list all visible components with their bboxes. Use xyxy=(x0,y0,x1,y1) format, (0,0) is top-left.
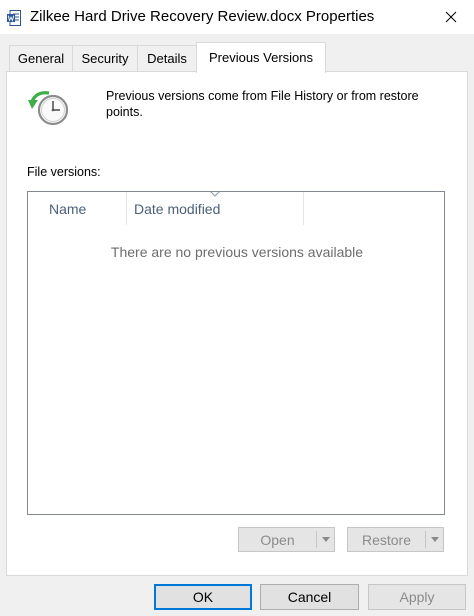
tab-strip: General Security Details Previous Versio… xyxy=(0,34,474,73)
ok-button[interactable]: OK xyxy=(154,584,252,610)
chevron-down-icon[interactable] xyxy=(430,536,440,544)
open-button-label: Open xyxy=(260,531,295,548)
window-title: Zilkee Hard Drive Recovery Review.docx P… xyxy=(30,8,375,25)
cancel-button[interactable]: Cancel xyxy=(260,584,359,610)
restore-button-label: Restore xyxy=(361,531,412,548)
tab-security[interactable]: Security xyxy=(72,45,138,71)
word-document-icon xyxy=(7,10,21,26)
intro-text: Previous versions come from File History… xyxy=(106,89,419,119)
file-versions-list[interactable]: Name Date modified There are no previous… xyxy=(27,190,445,515)
chevron-down-icon[interactable] xyxy=(321,536,331,544)
apply-button[interactable]: Apply xyxy=(368,584,466,610)
close-icon xyxy=(445,11,457,23)
restore-button-divider xyxy=(425,531,426,548)
restore-button[interactable]: Restore xyxy=(347,527,444,552)
tab-previous-versions[interactable]: Previous Versions xyxy=(196,42,326,73)
tab-details[interactable]: Details xyxy=(137,45,197,71)
previous-versions-panel: Previous versions come from File History… xyxy=(6,71,468,576)
column-header-name[interactable]: Name xyxy=(28,192,127,225)
open-button-divider xyxy=(316,531,317,548)
sort-arrow-icon xyxy=(209,190,221,197)
title-bar: Zilkee Hard Drive Recovery Review.docx P… xyxy=(0,0,474,34)
close-button[interactable] xyxy=(428,0,474,34)
tab-general[interactable]: General xyxy=(9,45,73,71)
clock-restore-icon xyxy=(28,91,69,126)
file-versions-label: File versions: xyxy=(27,165,101,179)
empty-list-message: There are no previous versions available xyxy=(110,244,364,260)
open-button[interactable]: Open xyxy=(238,527,335,552)
